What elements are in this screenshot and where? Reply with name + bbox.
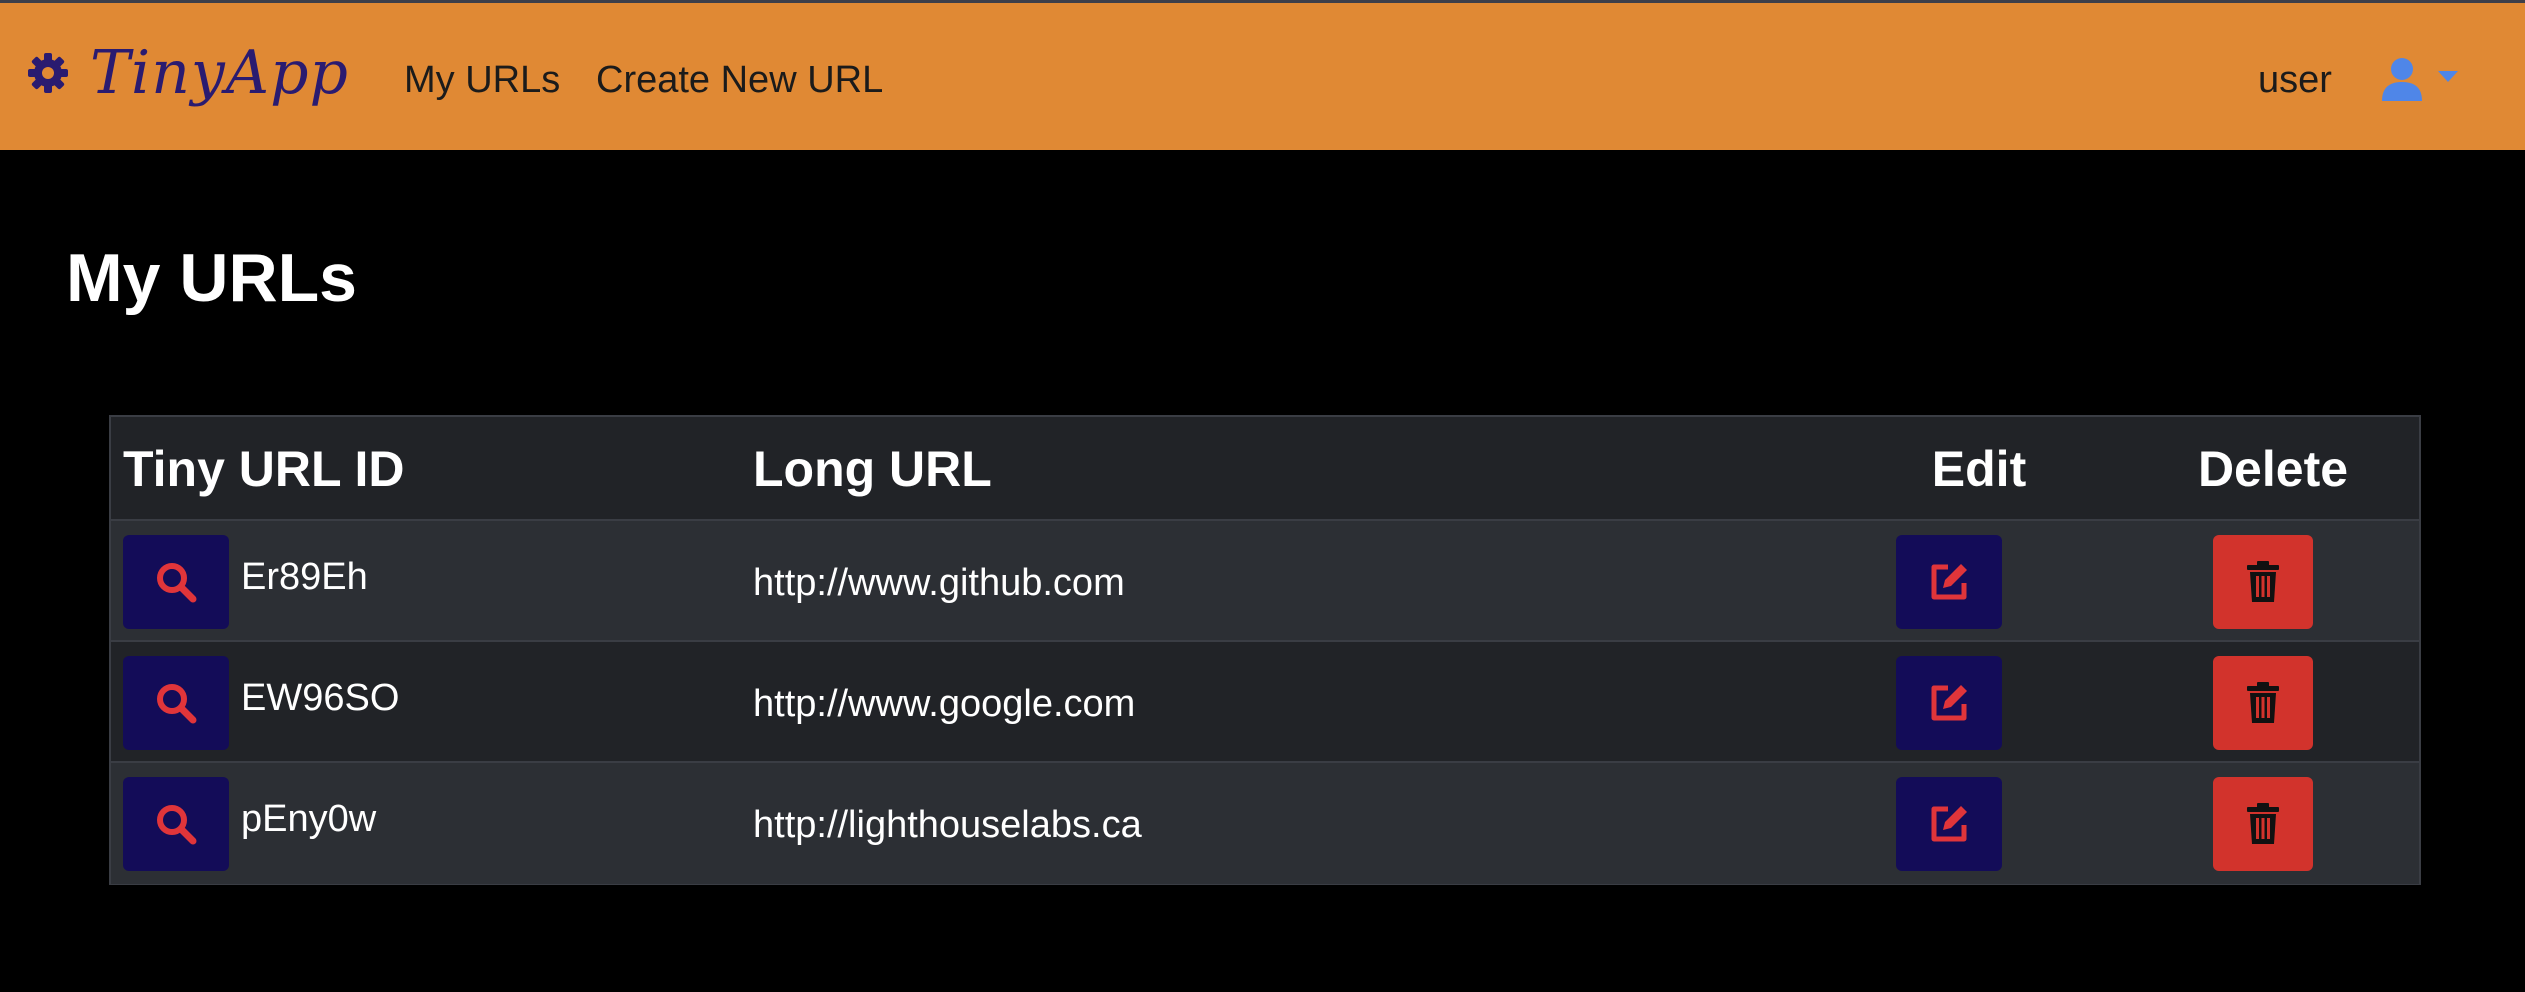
edit-url-button[interactable]: [1896, 535, 2002, 629]
user-icon: [2382, 58, 2422, 101]
delete-url-button[interactable]: [2213, 777, 2313, 871]
user-name: user: [2258, 59, 2332, 101]
trash-icon: [2247, 682, 2279, 723]
gear-icon[interactable]: [26, 51, 70, 95]
nav-link-my-urls[interactable]: My URLs: [404, 55, 560, 105]
edit-icon: [1931, 806, 1967, 842]
trash-icon: [2247, 803, 2279, 844]
trash-icon: [2247, 561, 2279, 602]
table-row: Er89Eh http://www.github.com: [111, 521, 2419, 642]
edit-url-button[interactable]: [1896, 777, 2002, 871]
urls-table: Tiny URL ID Long URL Edit Delete Er89Eh …: [109, 415, 2421, 885]
long-url[interactable]: http://www.github.com: [753, 561, 1125, 605]
edit-icon: [1931, 564, 1967, 600]
view-url-button[interactable]: [123, 656, 229, 750]
brand-logo[interactable]: TinyApp: [90, 33, 349, 113]
long-url[interactable]: http://www.google.com: [753, 682, 1135, 726]
edit-icon: [1931, 685, 1967, 721]
search-icon: [157, 805, 197, 845]
page-title: My URLs: [66, 240, 357, 316]
view-url-button[interactable]: [123, 777, 229, 871]
delete-url-button[interactable]: [2213, 535, 2313, 629]
view-url-button[interactable]: [123, 535, 229, 629]
table-header: Tiny URL ID Long URL Edit Delete: [111, 417, 2419, 521]
tiny-url-id[interactable]: Er89Eh: [241, 555, 368, 599]
search-icon: [157, 684, 197, 724]
search-icon: [157, 563, 197, 603]
column-header-long-url: Long URL: [753, 441, 992, 497]
caret-down-icon: [2438, 71, 2458, 82]
column-header-delete: Delete: [2197, 441, 2349, 497]
navbar: TinyApp My URLs Create New URL user: [0, 0, 2525, 150]
table-row: pEny0w http://lighthouselabs.ca: [111, 763, 2419, 884]
column-header-edit: Edit: [1931, 441, 2027, 497]
tiny-url-id[interactable]: EW96SO: [241, 676, 399, 720]
edit-url-button[interactable]: [1896, 656, 2002, 750]
user-menu-toggle[interactable]: [2378, 55, 2468, 107]
column-header-tiny-url-id: Tiny URL ID: [123, 441, 405, 497]
tiny-url-id[interactable]: pEny0w: [241, 797, 376, 841]
long-url[interactable]: http://lighthouselabs.ca: [753, 803, 1142, 847]
delete-url-button[interactable]: [2213, 656, 2313, 750]
table-row: EW96SO http://www.google.com: [111, 642, 2419, 763]
nav-link-create-new-url[interactable]: Create New URL: [596, 55, 883, 105]
